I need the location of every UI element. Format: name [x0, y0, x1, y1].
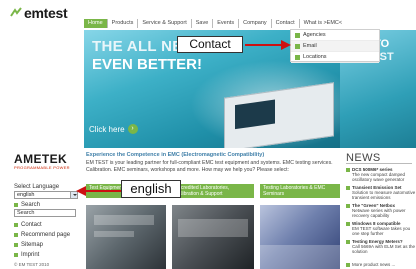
equipment-panel [94, 215, 154, 225]
sidebar-link-label: Recommend page [21, 232, 71, 238]
arrow-left-icon [76, 186, 122, 196]
news-item[interactable]: DCS 500M6* series The new compact damped … [346, 167, 416, 182]
card-header-accredited-labs[interactable]: Accredited Laboratories, Calibration & S… [172, 184, 254, 198]
hero-headline-2: EVEN BETTER! [92, 56, 203, 73]
news-item[interactable]: Transient Emission Set Solution to measur… [346, 185, 416, 200]
dropdown-item-agencies[interactable]: Agencies [291, 30, 379, 41]
green-square-bullet-icon [346, 186, 350, 190]
news-item-text: EM TEST software takes you one step furt… [352, 226, 411, 236]
news-item-text: Solution to measure automotive transient… [352, 190, 416, 200]
green-square-bullet-icon [346, 262, 350, 267]
sidebar-link-label: Imprint [21, 252, 40, 258]
news-item-text: The new compact damped oscillatory wave … [352, 172, 406, 182]
ametek-name: AMETEK [14, 152, 68, 166]
dropdown-item-locations[interactable]: Locations [291, 52, 379, 63]
emtest-logo-mark-icon [10, 7, 22, 17]
sidebar-link-sitemap[interactable]: Sitemap [14, 242, 43, 248]
green-square-bullet-icon [14, 243, 18, 247]
intro-text: EM TEST is your leading partner for full… [86, 160, 333, 173]
nav-what-is-emc[interactable]: What is >EMC< [298, 19, 347, 28]
news-divider [346, 163, 412, 164]
green-square-bullet-icon [346, 168, 350, 172]
green-square-bullet-icon [346, 204, 350, 208]
green-square-bullet-icon [14, 223, 18, 227]
green-square-bullet-icon [346, 240, 350, 244]
sidebar-link-label: Contact [21, 222, 42, 228]
news-more-link[interactable]: More product news ... [346, 262, 395, 267]
green-square-bullet-icon [14, 233, 18, 237]
equipment-panel [94, 231, 134, 237]
green-square-bullet-icon [14, 203, 18, 207]
hero-cta[interactable]: Click here › [89, 124, 138, 134]
brand-name: emtest [24, 5, 68, 21]
sidebar-link-label: Sitemap [21, 242, 44, 248]
arrow-right-icon[interactable]: › [127, 124, 138, 134]
emtest-logo[interactable]: emtest [10, 5, 68, 21]
dropdown-item-email[interactable]: Email [291, 41, 379, 52]
card-image-test-equipment[interactable] [86, 205, 166, 269]
top-navigation: Home Products Service & Support Save Eve… [84, 19, 346, 28]
news-item[interactable]: Windows 8 compatible EM TEST software tak… [346, 221, 416, 236]
nav-events[interactable]: Events [212, 19, 238, 28]
ametek-logo[interactable]: AMETEK PROGRAMMABLE POWER [14, 152, 70, 170]
news-item-text: Call 5669A with ELM Set as the solution [352, 244, 416, 254]
green-square-bullet-icon [346, 222, 350, 226]
english-annotation-label: english [121, 180, 181, 198]
card-image-testing-labs[interactable] [260, 205, 340, 269]
news-item[interactable]: Testing Energy Meters? Call 5669A with EL… [346, 239, 416, 254]
hero-device-screen [235, 99, 275, 130]
chamber-floor [260, 245, 340, 269]
nav-home[interactable]: Home [84, 19, 107, 28]
sidebar-link-recommend[interactable]: Recommend page [14, 232, 70, 238]
arrow-right-icon [245, 40, 291, 50]
card-image-accredited-labs[interactable] [172, 205, 254, 269]
news-item[interactable]: The "Green" Netbox Netwave series with po… [346, 203, 416, 218]
nav-service-support[interactable]: Service & Support [137, 19, 190, 28]
lab-device [178, 219, 248, 237]
news-more-label: More product news ... [352, 262, 396, 267]
language-select[interactable]: english [14, 191, 78, 199]
ametek-tagline: PROGRAMMABLE POWER [14, 165, 70, 170]
nav-contact[interactable]: Contact [270, 19, 299, 28]
nav-products[interactable]: Products [106, 19, 138, 28]
hero-cta-label: Click here [89, 124, 125, 134]
contact-dropdown-menu: Agencies Email Locations [290, 29, 380, 63]
nav-company[interactable]: Company [238, 19, 271, 28]
green-square-bullet-icon [14, 253, 18, 257]
news-item-text: Netwave series with power recovery capab… [352, 208, 406, 218]
language-select-value: english [17, 192, 35, 198]
search-input[interactable]: Search [14, 209, 76, 217]
sidebar-link-contact[interactable]: Contact [14, 222, 42, 228]
sidebar-link-imprint[interactable]: Imprint [14, 252, 39, 258]
copyright: © EM TEST 2010 [14, 262, 50, 267]
card-header-testing-labs[interactable]: Testing Laboratories & EMC Seminars [260, 184, 340, 198]
contact-annotation-label: Contact [177, 36, 243, 53]
search-label-text: Search [21, 202, 41, 208]
language-label: Select Language [14, 184, 60, 190]
intro-title: Experience the Competence in EMC (Electr… [86, 152, 265, 158]
search-label: Search [14, 202, 40, 208]
nav-save[interactable]: Save [190, 19, 213, 28]
